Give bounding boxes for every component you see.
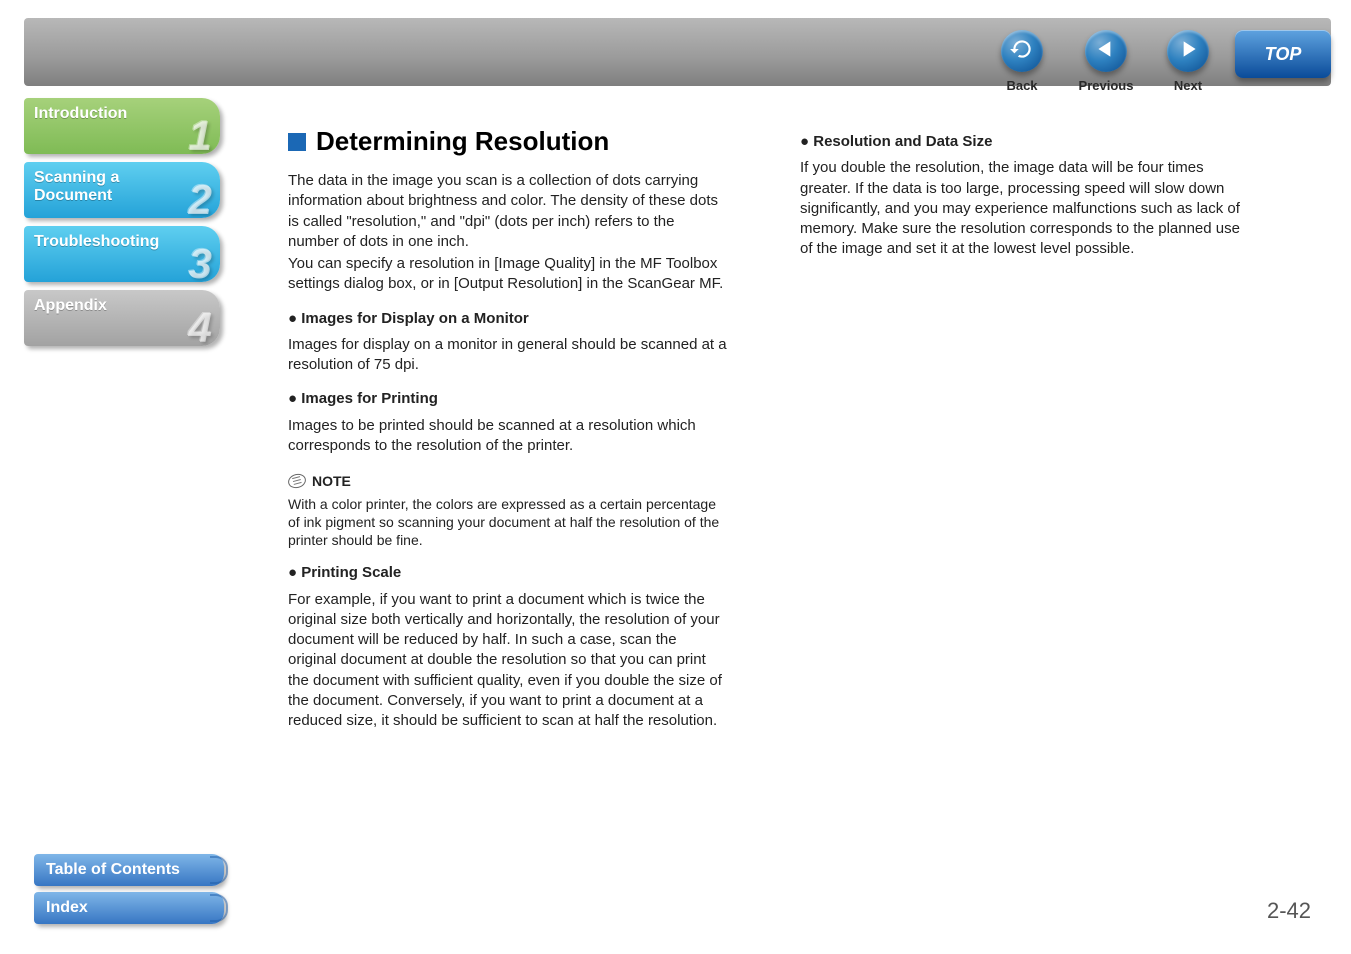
index-label: Index: [46, 899, 88, 917]
intro-paragraph-1: The data in the image you scan is a coll…: [288, 171, 728, 252]
heading-text: Determining Resolution: [316, 126, 609, 157]
back-label: Back: [1006, 78, 1037, 93]
next-label: Next: [1174, 78, 1202, 93]
top-button[interactable]: TOP: [1235, 30, 1331, 78]
subheading-datasize: Resolution and Data Size: [800, 132, 1240, 152]
monitor-body: Images for display on a monitor in gener…: [288, 335, 728, 376]
sidebar-item-label: Appendix: [34, 297, 210, 315]
subheading-printing: Images for Printing: [288, 389, 728, 409]
index-button[interactable]: Index: [34, 892, 224, 924]
next-icon: [1175, 36, 1201, 67]
page-number: 2-42: [1267, 898, 1311, 924]
scale-body: For example, if you want to print a docu…: [288, 590, 728, 732]
back-button[interactable]: [1001, 30, 1043, 72]
toc-label: Table of Contents: [46, 861, 180, 879]
note-label: NOTE: [312, 472, 351, 491]
top-nav: Back Previous Next TOP: [979, 30, 1331, 93]
previous-icon: [1093, 36, 1119, 67]
note-icon: [286, 472, 307, 490]
back-icon: [1009, 36, 1035, 67]
heading-square-icon: [288, 133, 306, 151]
content-column-left: Determining Resolution The data in the i…: [288, 126, 728, 884]
sidebar: Introduction 1 Scanning a Document 2 Tro…: [24, 86, 224, 342]
datasize-body: If you double the resolution, the image …: [800, 158, 1240, 259]
previous-button[interactable]: [1085, 30, 1127, 72]
printing-body: Images to be printed should be scanned a…: [288, 416, 728, 457]
subheading-monitor: Images for Display on a Monitor: [288, 309, 728, 329]
previous-label: Previous: [1079, 78, 1134, 93]
top-label: TOP: [1265, 44, 1302, 65]
content-column-right: Resolution and Data Size If you double t…: [800, 126, 1240, 884]
sidebar-item-troubleshooting[interactable]: Troubleshooting 3: [24, 214, 224, 282]
bottom-tabs: Table of Contents Index: [34, 848, 224, 924]
sidebar-item-label: Scanning a Document: [34, 169, 210, 205]
next-button[interactable]: [1167, 30, 1209, 72]
section-heading: Determining Resolution: [288, 126, 728, 157]
content-area: Determining Resolution The data in the i…: [288, 126, 1311, 884]
note-body: With a color printer, the colors are exp…: [288, 495, 728, 550]
intro-paragraph-2: You can specify a resolution in [Image Q…: [288, 254, 728, 295]
sidebar-item-introduction[interactable]: Introduction 1: [24, 86, 224, 154]
sidebar-item-appendix[interactable]: Appendix 4: [24, 278, 224, 346]
sidebar-item-label: Troubleshooting: [34, 233, 210, 251]
subheading-scale: Printing Scale: [288, 563, 728, 583]
sidebar-item-scanning[interactable]: Scanning a Document 2: [24, 150, 224, 218]
toc-button[interactable]: Table of Contents: [34, 854, 224, 886]
sidebar-item-label: Introduction: [34, 105, 210, 123]
note-header: NOTE: [288, 472, 728, 491]
